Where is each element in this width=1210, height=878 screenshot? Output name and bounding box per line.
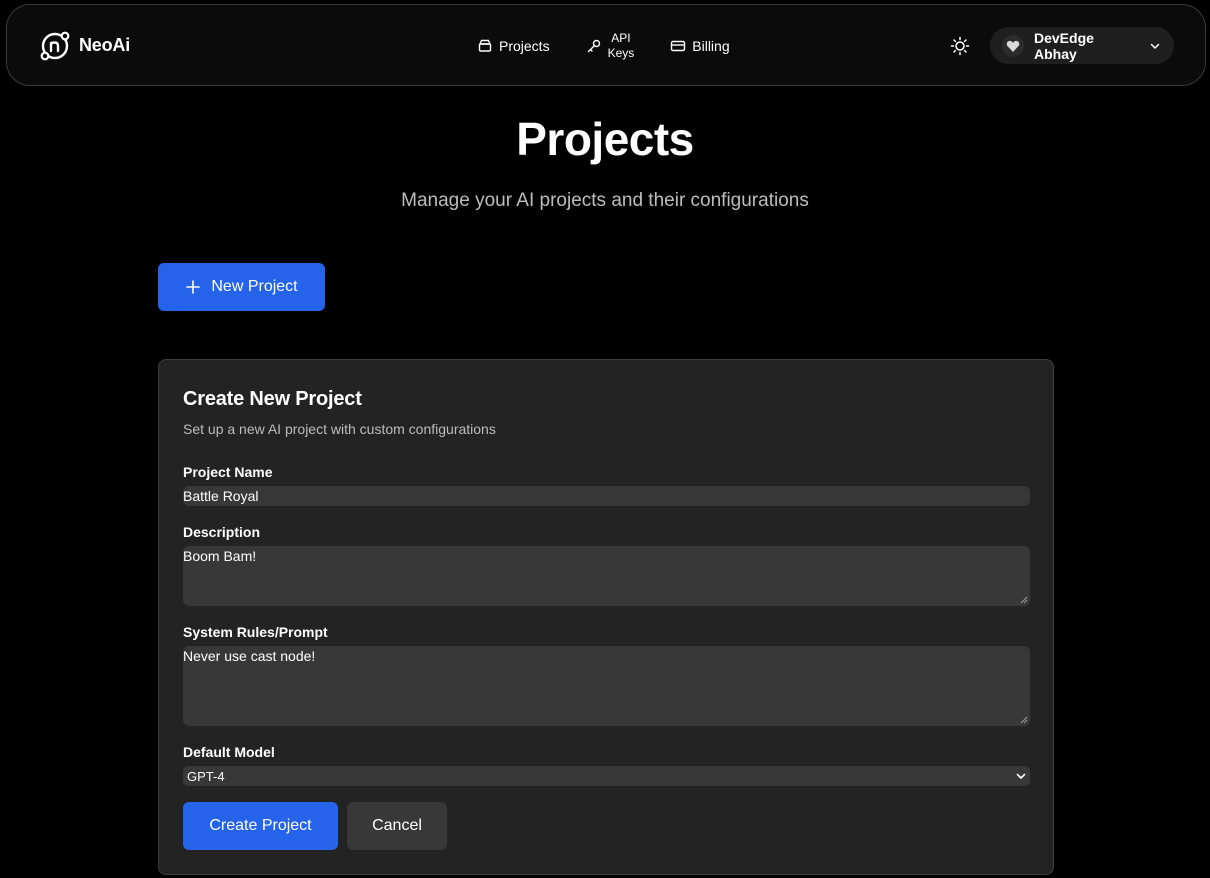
nav-billing[interactable]: Billing (670, 38, 730, 54)
key-icon (587, 39, 600, 53)
plus-icon (186, 280, 201, 294)
nav-links: Projects API Keys Billing (477, 5, 730, 87)
avatar (1002, 34, 1024, 57)
project-name-label: Project Name (183, 464, 273, 480)
resize-grip-icon[interactable] (1020, 596, 1028, 604)
neoai-logo-icon (40, 31, 70, 61)
card-title: Create New Project (183, 388, 362, 410)
api-label-line1: API (611, 31, 631, 45)
description-value: Boom Bam! (183, 548, 257, 564)
chevron-down-icon (1150, 43, 1160, 49)
description-textarea[interactable]: Boom Bam! (183, 546, 1030, 606)
card-description: Set up a new AI project with custom conf… (183, 421, 496, 437)
system-rules-label: System Rules/Prompt (183, 624, 328, 640)
create-project-button[interactable]: Create Project (183, 802, 338, 850)
default-model-value: GPT-4 (187, 768, 225, 784)
new-project-label: New Project (211, 278, 298, 295)
new-project-button[interactable]: New Project (158, 263, 325, 311)
sun-icon[interactable] (949, 35, 971, 57)
nav-billing-label: Billing (692, 38, 730, 54)
default-model-select[interactable]: GPT-4 (183, 766, 1030, 786)
api-label-line2: Keys (607, 46, 635, 60)
default-model-label: Default Model (183, 744, 275, 760)
system-rules-textarea[interactable]: Never use cast node! (183, 646, 1030, 726)
page-title: Projects (516, 113, 694, 165)
nav-projects[interactable]: Projects (477, 38, 550, 54)
page-subtitle: Manage your AI projects and their config… (401, 190, 809, 211)
resize-grip-icon[interactable] (1020, 716, 1028, 724)
user-menu-button[interactable]: DevEdge Abhay (990, 27, 1174, 64)
credit-card-icon (671, 40, 686, 52)
create-project-card: Create New Project Set up a new AI proje… (158, 359, 1054, 875)
top-navbar: NeoAi Projects API Keys Billing DevEdge … (6, 4, 1206, 86)
user-name: DevEdge Abhay (1034, 29, 1094, 62)
chevron-down-icon (1016, 773, 1026, 779)
cancel-button[interactable]: Cancel (347, 802, 447, 850)
nav-api-keys-label: API Keys (608, 31, 635, 61)
brand-name: NeoAi (79, 34, 131, 55)
brand[interactable]: NeoAi (39, 29, 130, 61)
project-name-input[interactable]: Battle Royal (183, 486, 1030, 506)
system-rules-value: Never use cast node! (183, 648, 316, 664)
nav-projects-label: Projects (499, 38, 550, 54)
nav-api-keys[interactable]: API Keys (586, 31, 635, 61)
folder-icon (478, 39, 492, 52)
avatar-icon (1006, 40, 1020, 52)
description-label: Description (183, 524, 261, 540)
